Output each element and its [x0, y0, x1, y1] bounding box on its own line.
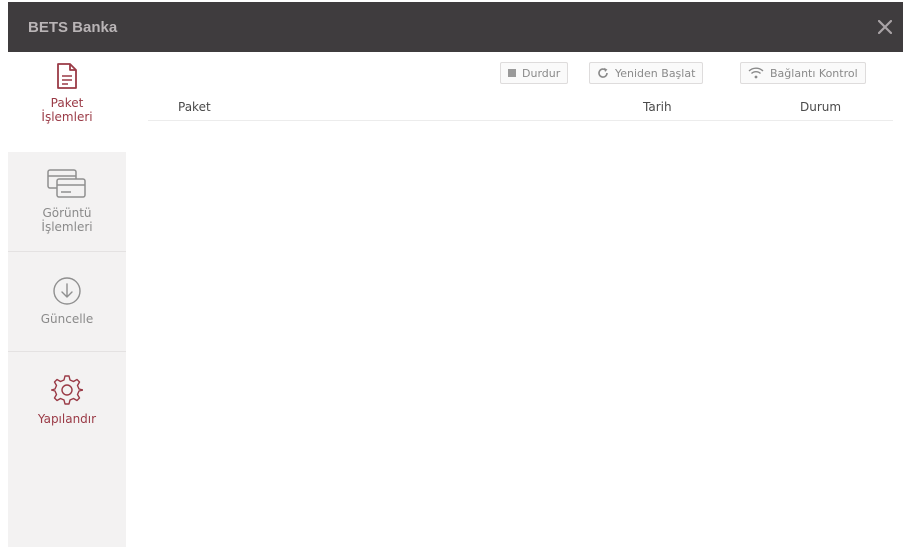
- stop-button[interactable]: Durdur: [500, 62, 569, 84]
- sidebar-item-yapilandir[interactable]: Yapılandır: [8, 352, 126, 452]
- sidebar-item-guncelle[interactable]: Güncelle: [8, 252, 126, 352]
- main-panel: Durdur Yeniden Başlat Bağlantı Kontrol P…: [126, 52, 903, 547]
- sidebar-item-label: Güncelle: [40, 312, 94, 326]
- document-icon: [57, 63, 77, 89]
- sidebar-item-paket-islemleri[interactable]: Paket İşlemleri: [8, 52, 126, 152]
- restart-button[interactable]: Yeniden Başlat: [589, 62, 704, 84]
- table-header: Paket Tarih Durum: [148, 94, 893, 121]
- close-icon: [878, 20, 892, 34]
- app-window: BETS Banka Paket İşlemleri Görüntü İşlem…: [8, 2, 903, 547]
- connection-check-label: Bağlantı Kontrol: [770, 66, 858, 80]
- column-header-tarih[interactable]: Tarih: [643, 100, 672, 114]
- gear-icon: [51, 375, 83, 405]
- title-bar: BETS Banka: [8, 2, 903, 52]
- column-header-durum[interactable]: Durum: [800, 100, 841, 114]
- close-button[interactable]: [873, 15, 897, 39]
- sidebar: Paket İşlemleri Görüntü İşlemleri Güncel…: [8, 52, 126, 547]
- sidebar-item-label: Yapılandır: [37, 412, 97, 426]
- download-circle-icon: [53, 277, 81, 305]
- sidebar-item-label: Görüntü İşlemleri: [41, 206, 93, 234]
- cards-icon: [47, 169, 86, 198]
- sidebar-item-goruntu-islemleri[interactable]: Görüntü İşlemleri: [8, 152, 126, 252]
- stop-label: Durdur: [522, 66, 561, 80]
- sidebar-item-label: Paket İşlemleri: [41, 96, 93, 124]
- window-title: BETS Banka: [28, 19, 118, 36]
- stop-icon: [508, 69, 516, 77]
- column-header-paket[interactable]: Paket: [178, 100, 211, 114]
- refresh-icon: [598, 67, 608, 78]
- wifi-icon: [748, 67, 764, 79]
- restart-label: Yeniden Başlat: [615, 66, 696, 80]
- connection-check-button[interactable]: Bağlantı Kontrol: [740, 62, 866, 84]
